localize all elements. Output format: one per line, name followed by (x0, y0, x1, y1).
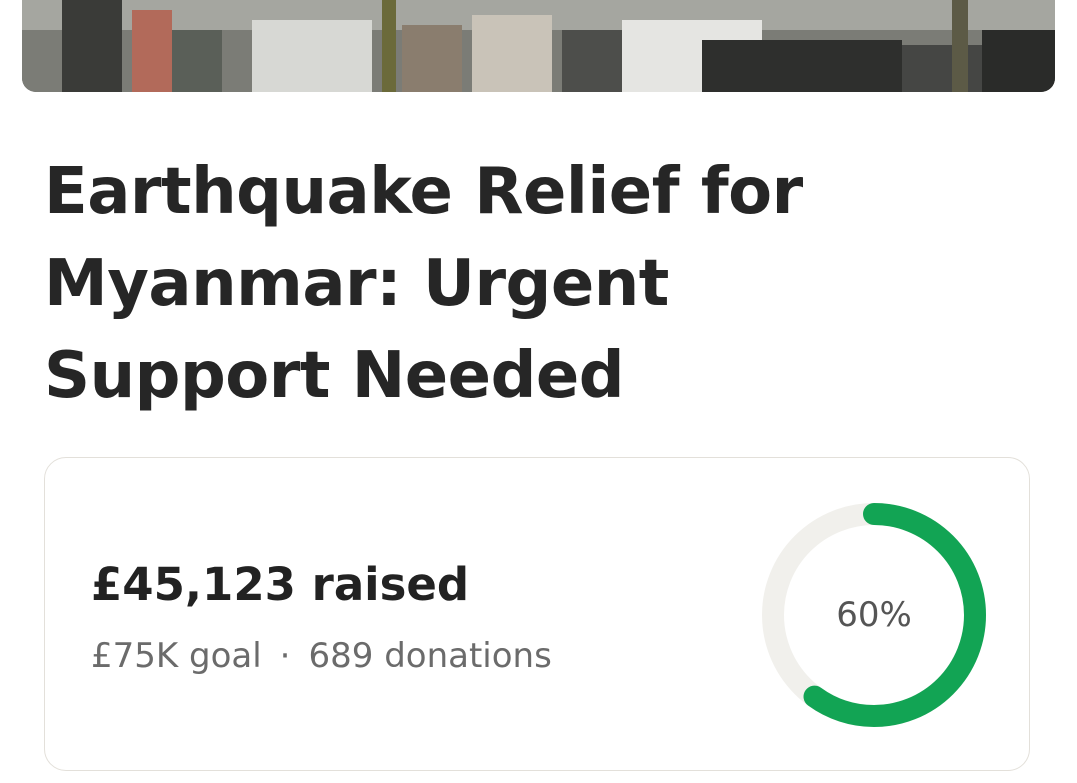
campaign-title: Earthquake Relief for Myanmar: Urgent Su… (44, 146, 844, 422)
donation-count: 689 donations (308, 636, 552, 676)
amount-raised: £45,123 raised (91, 558, 470, 611)
campaign-title-line-1: Earthquake Relief for (44, 155, 803, 229)
cover-photo-street-crowd (22, 0, 1055, 92)
campaign-title-line-2: Myanmar: Urgent (44, 247, 669, 321)
campaign-cover-image[interactable] (22, 0, 1055, 92)
progress-percent: 60% (836, 595, 912, 635)
goal-and-donations: £75K goal · 689 donations (91, 636, 552, 676)
fundraising-progress-card[interactable]: £45,123 raised £75K goal · 689 donations 6… (44, 457, 1030, 771)
campaign-title-line-3: Support Needed (44, 339, 625, 413)
goal-amount: £75K goal (91, 636, 262, 676)
separator-dot: · (279, 636, 291, 676)
